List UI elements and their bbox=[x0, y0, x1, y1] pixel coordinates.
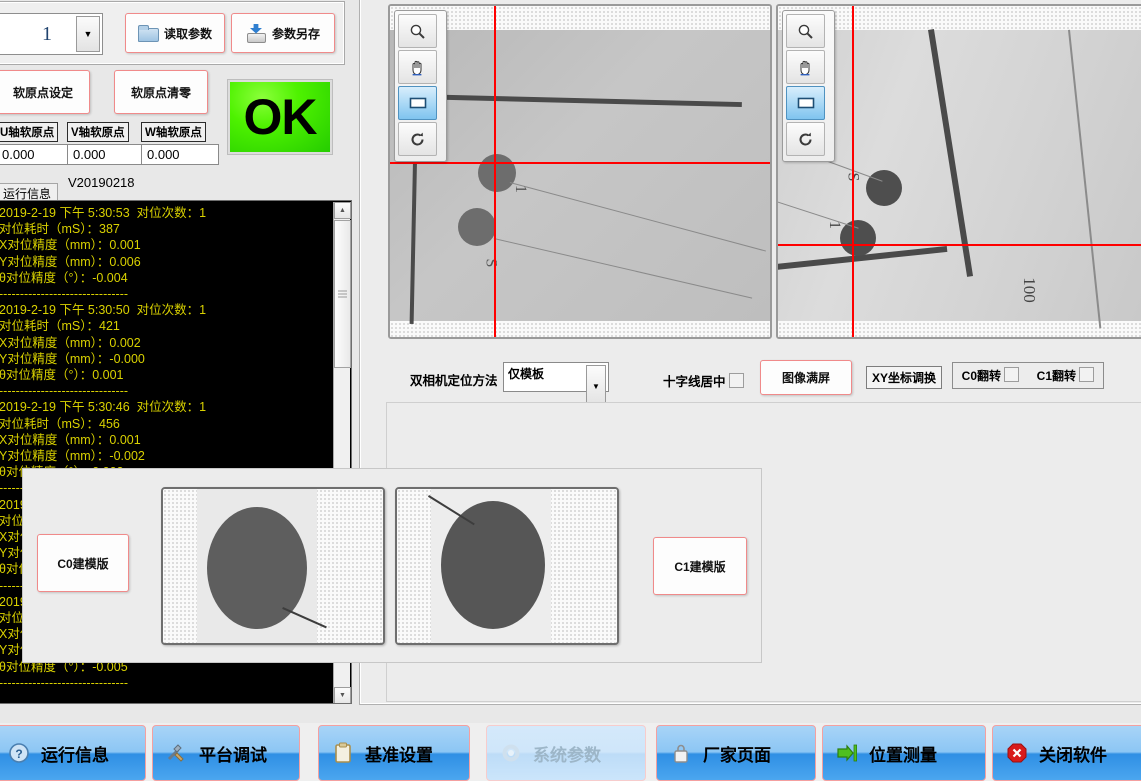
camera0-crosshair-vertical bbox=[494, 6, 496, 337]
tools-wrench-icon bbox=[165, 741, 189, 765]
camera0-crosshair-horizontal bbox=[390, 162, 770, 164]
taskbar-item-run-info[interactable]: ? 运行信息 bbox=[0, 725, 146, 781]
close-octagon-icon bbox=[1005, 741, 1029, 765]
taskbar-item-close-software[interactable]: 关闭软件 bbox=[992, 725, 1141, 781]
taskbar-item-reference-setting[interactable]: 基准设置 bbox=[318, 725, 470, 781]
camera1-mark-1: 1 bbox=[826, 221, 843, 229]
xy-swap-label: XY坐标调换 bbox=[872, 371, 937, 385]
flip-c1-toggle[interactable]: C1翻转 bbox=[1037, 367, 1095, 384]
fullscreen-image-button[interactable]: 图像满屏 bbox=[760, 360, 852, 395]
save-params-button[interactable]: 参数另存 bbox=[231, 13, 335, 53]
tab-run-info[interactable]: 运行信息 bbox=[0, 183, 59, 201]
dual-camera-method-select[interactable]: 仅模板 ▼ bbox=[503, 362, 609, 407]
chevron-down-icon[interactable]: ▼ bbox=[586, 365, 606, 407]
scroll-up-button[interactable]: ▲ bbox=[334, 202, 351, 219]
parameter-toolbar-group: 1 ▼ 读取参数 参数另存 bbox=[0, 1, 345, 65]
clear-soft-origin-button[interactable]: 软原点清零 bbox=[114, 70, 208, 114]
soft-origin-u-group: U轴软原点 0.000 bbox=[0, 122, 74, 165]
soft-origin-u-label: U轴软原点 bbox=[0, 122, 59, 142]
taskbar-item-factory-page[interactable]: 厂家页面 bbox=[656, 725, 816, 781]
help-circle-icon: ? bbox=[7, 741, 31, 765]
flip-c0-toggle[interactable]: C0翻转 bbox=[962, 367, 1020, 384]
rectangle-select-icon[interactable] bbox=[398, 86, 437, 120]
soft-origin-v-group: V轴软原点 0.000 bbox=[67, 122, 145, 165]
rotate-refresh-icon[interactable] bbox=[398, 122, 437, 156]
pan-hand-icon[interactable] bbox=[786, 50, 825, 84]
dual-camera-method-label: 双相机定位方法 bbox=[410, 374, 498, 388]
taskbar-item-position-measure[interactable]: 位置测量 bbox=[822, 725, 986, 781]
recipe-select[interactable]: 1 ▼ bbox=[0, 13, 103, 55]
set-soft-origin-button[interactable]: 软原点设定 bbox=[0, 70, 90, 114]
camera1-image-panel[interactable]: S 1 100 bbox=[776, 4, 1141, 339]
soft-origin-w-label: W轴软原点 bbox=[141, 122, 206, 142]
bottom-taskbar: ? 运行信息 平台调试 基准设置 系统参数 厂家页面 位置测量 关闭软件 bbox=[0, 723, 1141, 781]
taskbar-label-run-info: 运行信息 bbox=[41, 745, 109, 765]
c1-template-button[interactable]: C1建模版 bbox=[653, 537, 747, 595]
soft-origin-w-group: W轴软原点 0.000 bbox=[141, 122, 219, 165]
camera0-mark-1: 1 bbox=[512, 185, 529, 193]
scrollbar-thumb[interactable] bbox=[334, 220, 351, 368]
save-params-label: 参数另存 bbox=[271, 26, 320, 41]
arrow-into-bar-icon bbox=[835, 741, 859, 765]
dual-camera-method-value: 仅模板 bbox=[508, 367, 545, 381]
taskbar-label-close-software: 关闭软件 bbox=[1039, 745, 1107, 765]
clipboard-icon bbox=[331, 741, 355, 765]
taskbar-label-position-measure: 位置测量 bbox=[869, 745, 937, 765]
taskbar-label-reference-setting: 基准设置 bbox=[365, 745, 433, 765]
taskbar-item-platform-debug[interactable]: 平台调试 bbox=[152, 725, 300, 781]
crosshair-center-label: 十字线居中 bbox=[663, 375, 726, 389]
xy-swap-button[interactable]: XY坐标调换 bbox=[866, 366, 943, 389]
pan-hand-icon[interactable] bbox=[398, 50, 437, 84]
c0-template-button[interactable]: C0建模版 bbox=[37, 534, 129, 592]
gear-icon bbox=[499, 741, 523, 765]
recipe-value: 1 bbox=[42, 22, 52, 45]
c1-template-label: C1建模版 bbox=[674, 559, 726, 574]
flip-c1-label: C1翻转 bbox=[1036, 369, 1076, 383]
camera1-crosshair-horizontal bbox=[778, 244, 1141, 246]
read-params-button[interactable]: 读取参数 bbox=[125, 13, 225, 53]
flip-options-group: C0翻转 C1翻转 bbox=[952, 362, 1104, 389]
tab-run-info-label: 运行信息 bbox=[3, 187, 52, 201]
soft-origin-w-value[interactable]: 0.000 bbox=[141, 144, 219, 165]
rectangle-select-icon[interactable] bbox=[786, 86, 825, 120]
save-disk-icon bbox=[246, 23, 266, 43]
crosshair-center-checkbox[interactable] bbox=[729, 373, 744, 388]
soft-origin-u-value[interactable]: 0.000 bbox=[0, 144, 74, 165]
flip-c0-checkbox[interactable] bbox=[1004, 367, 1020, 382]
set-soft-origin-label: 软原点设定 bbox=[12, 85, 73, 100]
soft-origin-v-value[interactable]: 0.000 bbox=[67, 144, 145, 165]
camera0-mark-s: S bbox=[482, 258, 500, 268]
camera1-mark-100: 100 bbox=[1019, 277, 1039, 303]
soft-origin-v-label: V轴软原点 bbox=[67, 122, 129, 142]
zoom-icon[interactable] bbox=[398, 14, 437, 48]
zoom-icon[interactable] bbox=[786, 14, 825, 48]
c1-template-image[interactable] bbox=[395, 487, 619, 645]
crosshair-center-toggle[interactable]: 十字线居中 bbox=[663, 371, 744, 390]
template-modelling-panel: C0建模版 C1建模版 bbox=[22, 468, 762, 663]
status-lamp-text: OK bbox=[243, 89, 318, 145]
chevron-down-icon[interactable]: ▼ bbox=[76, 16, 100, 52]
read-params-label: 读取参数 bbox=[163, 26, 212, 41]
c0-template-image[interactable] bbox=[161, 487, 385, 645]
version-label: V20190218 bbox=[68, 175, 135, 190]
taskbar-label-platform-debug: 平台调试 bbox=[199, 745, 267, 765]
scroll-down-button[interactable]: ▼ bbox=[334, 687, 351, 703]
camera0-image-panel[interactable]: 1 S bbox=[388, 4, 772, 339]
lock-icon bbox=[669, 741, 693, 765]
status-lamp: OK bbox=[227, 79, 333, 155]
rotate-refresh-icon[interactable] bbox=[786, 122, 825, 156]
camera1-view-toolbar bbox=[782, 10, 835, 162]
flip-c1-checkbox[interactable] bbox=[1079, 367, 1095, 382]
fullscreen-image-label: 图像满屏 bbox=[781, 371, 830, 385]
camera0-view-toolbar bbox=[394, 10, 447, 162]
svg-text:?: ? bbox=[15, 747, 22, 761]
clear-soft-origin-label: 软原点清零 bbox=[130, 85, 191, 100]
c0-template-label: C0建模版 bbox=[57, 556, 109, 571]
camera1-crosshair-vertical bbox=[852, 6, 854, 337]
flip-c0-label: C0翻转 bbox=[961, 369, 1001, 383]
taskbar-item-system-params[interactable]: 系统参数 bbox=[486, 725, 646, 781]
open-folder-icon bbox=[137, 25, 159, 42]
taskbar-label-factory-page: 厂家页面 bbox=[703, 745, 771, 765]
taskbar-label-system-params: 系统参数 bbox=[533, 745, 601, 765]
